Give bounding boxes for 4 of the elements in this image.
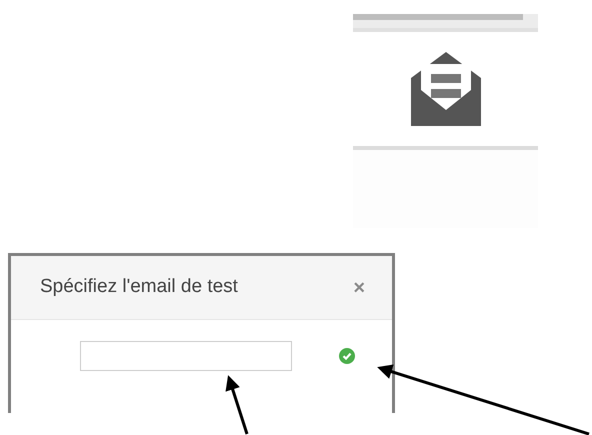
dialog-title: Spécifiez l'email de test xyxy=(40,275,238,300)
close-button[interactable]: × xyxy=(353,278,365,298)
arrow xyxy=(226,375,248,434)
email-input[interactable] xyxy=(80,341,292,371)
